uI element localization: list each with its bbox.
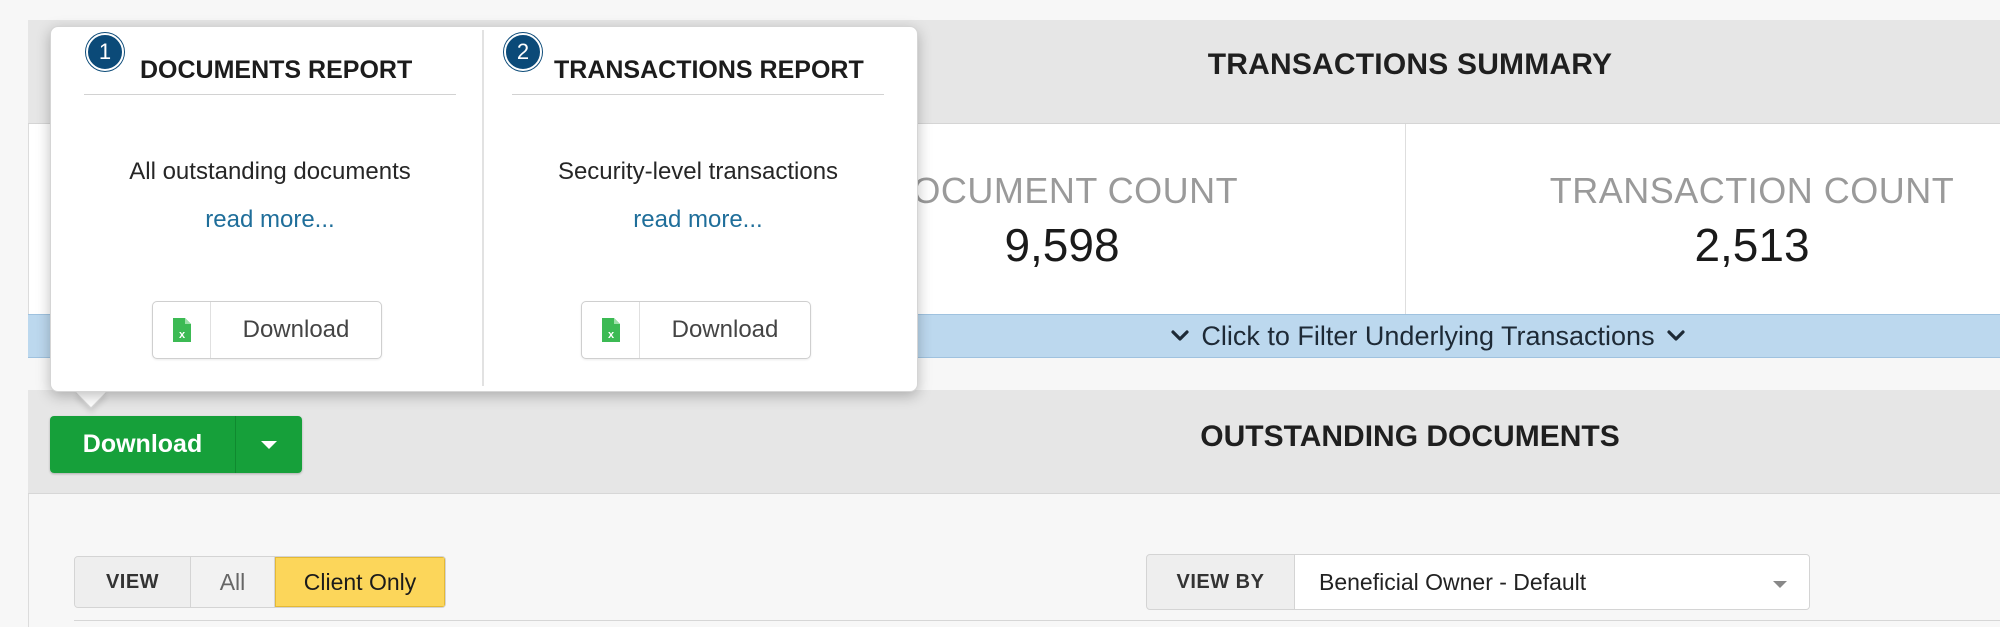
- transactions-report-title: TRANSACTIONS REPORT: [554, 56, 864, 84]
- document-count-label-text: DOCUMENT COUNT: [885, 170, 1239, 211]
- chevron-down-icon: [1666, 330, 1685, 341]
- outstanding-documents-title: OUTSTANDING DOCUMENTS: [1200, 420, 1620, 453]
- svg-text:x: x: [178, 329, 185, 341]
- table-top-edge: [74, 620, 2000, 627]
- view-by-group: VIEW BY Beneficial Owner - Default: [1146, 554, 1810, 610]
- caret-down-icon: [1773, 581, 1787, 588]
- transactions-summary-title: TRANSACTIONS SUMMARY: [1207, 48, 1613, 81]
- download-split-button: Download: [50, 416, 302, 473]
- view-by-selected-value: Beneficial Owner - Default: [1319, 568, 1587, 595]
- chevron-down-icon: [1171, 330, 1190, 341]
- view-by-label: VIEW BY: [1147, 555, 1295, 609]
- download-button-label: Download: [671, 316, 779, 343]
- transactions-report-read-more-link[interactable]: read more...: [512, 206, 884, 234]
- filter-bar-label: Click to Filter Underlying Transactions: [1201, 320, 1655, 351]
- stat-divider: [1405, 124, 1406, 314]
- transaction-count-label: TRANSACTION COUNT: [1549, 170, 1955, 211]
- report-number-badge: 1: [86, 33, 124, 71]
- report-number-badge: 2: [504, 33, 542, 71]
- download-button[interactable]: Download: [50, 416, 236, 473]
- documents-report-title: DOCUMENTS REPORT: [140, 56, 413, 84]
- report-title-rule: [512, 94, 884, 95]
- excel-file-icon: x: [172, 318, 191, 342]
- view-label: VIEW: [75, 557, 191, 607]
- transactions-report-download-button[interactable]: x Download: [581, 301, 811, 359]
- view-option-all[interactable]: All: [191, 557, 275, 607]
- caret-down-icon: [261, 440, 277, 449]
- documents-report-download-button[interactable]: x Download: [152, 301, 382, 359]
- view-option-client-only[interactable]: Client Only: [275, 557, 445, 607]
- download-dropdown-toggle[interactable]: [236, 416, 302, 473]
- report-title-rule: [84, 94, 456, 95]
- transaction-count-value: 2,513: [1694, 219, 1810, 271]
- excel-file-icon: x: [582, 302, 640, 358]
- excel-file-icon: x: [601, 318, 620, 342]
- transactions-report-description: Security-level transactions: [557, 158, 839, 185]
- filter-bar-content: Click to Filter Underlying Transactions: [1171, 320, 1685, 352]
- view-toggle-group: VIEW All Client Only: [74, 556, 446, 608]
- svg-text:x: x: [607, 329, 614, 341]
- documents-report-description: All outstanding documents: [129, 158, 411, 185]
- popover-column-divider: [482, 30, 484, 386]
- excel-file-icon: x: [153, 302, 211, 358]
- documents-report-read-more-link[interactable]: read more...: [84, 206, 456, 234]
- download-button-label: Download: [242, 316, 350, 343]
- view-by-select[interactable]: Beneficial Owner - Default: [1295, 555, 1809, 609]
